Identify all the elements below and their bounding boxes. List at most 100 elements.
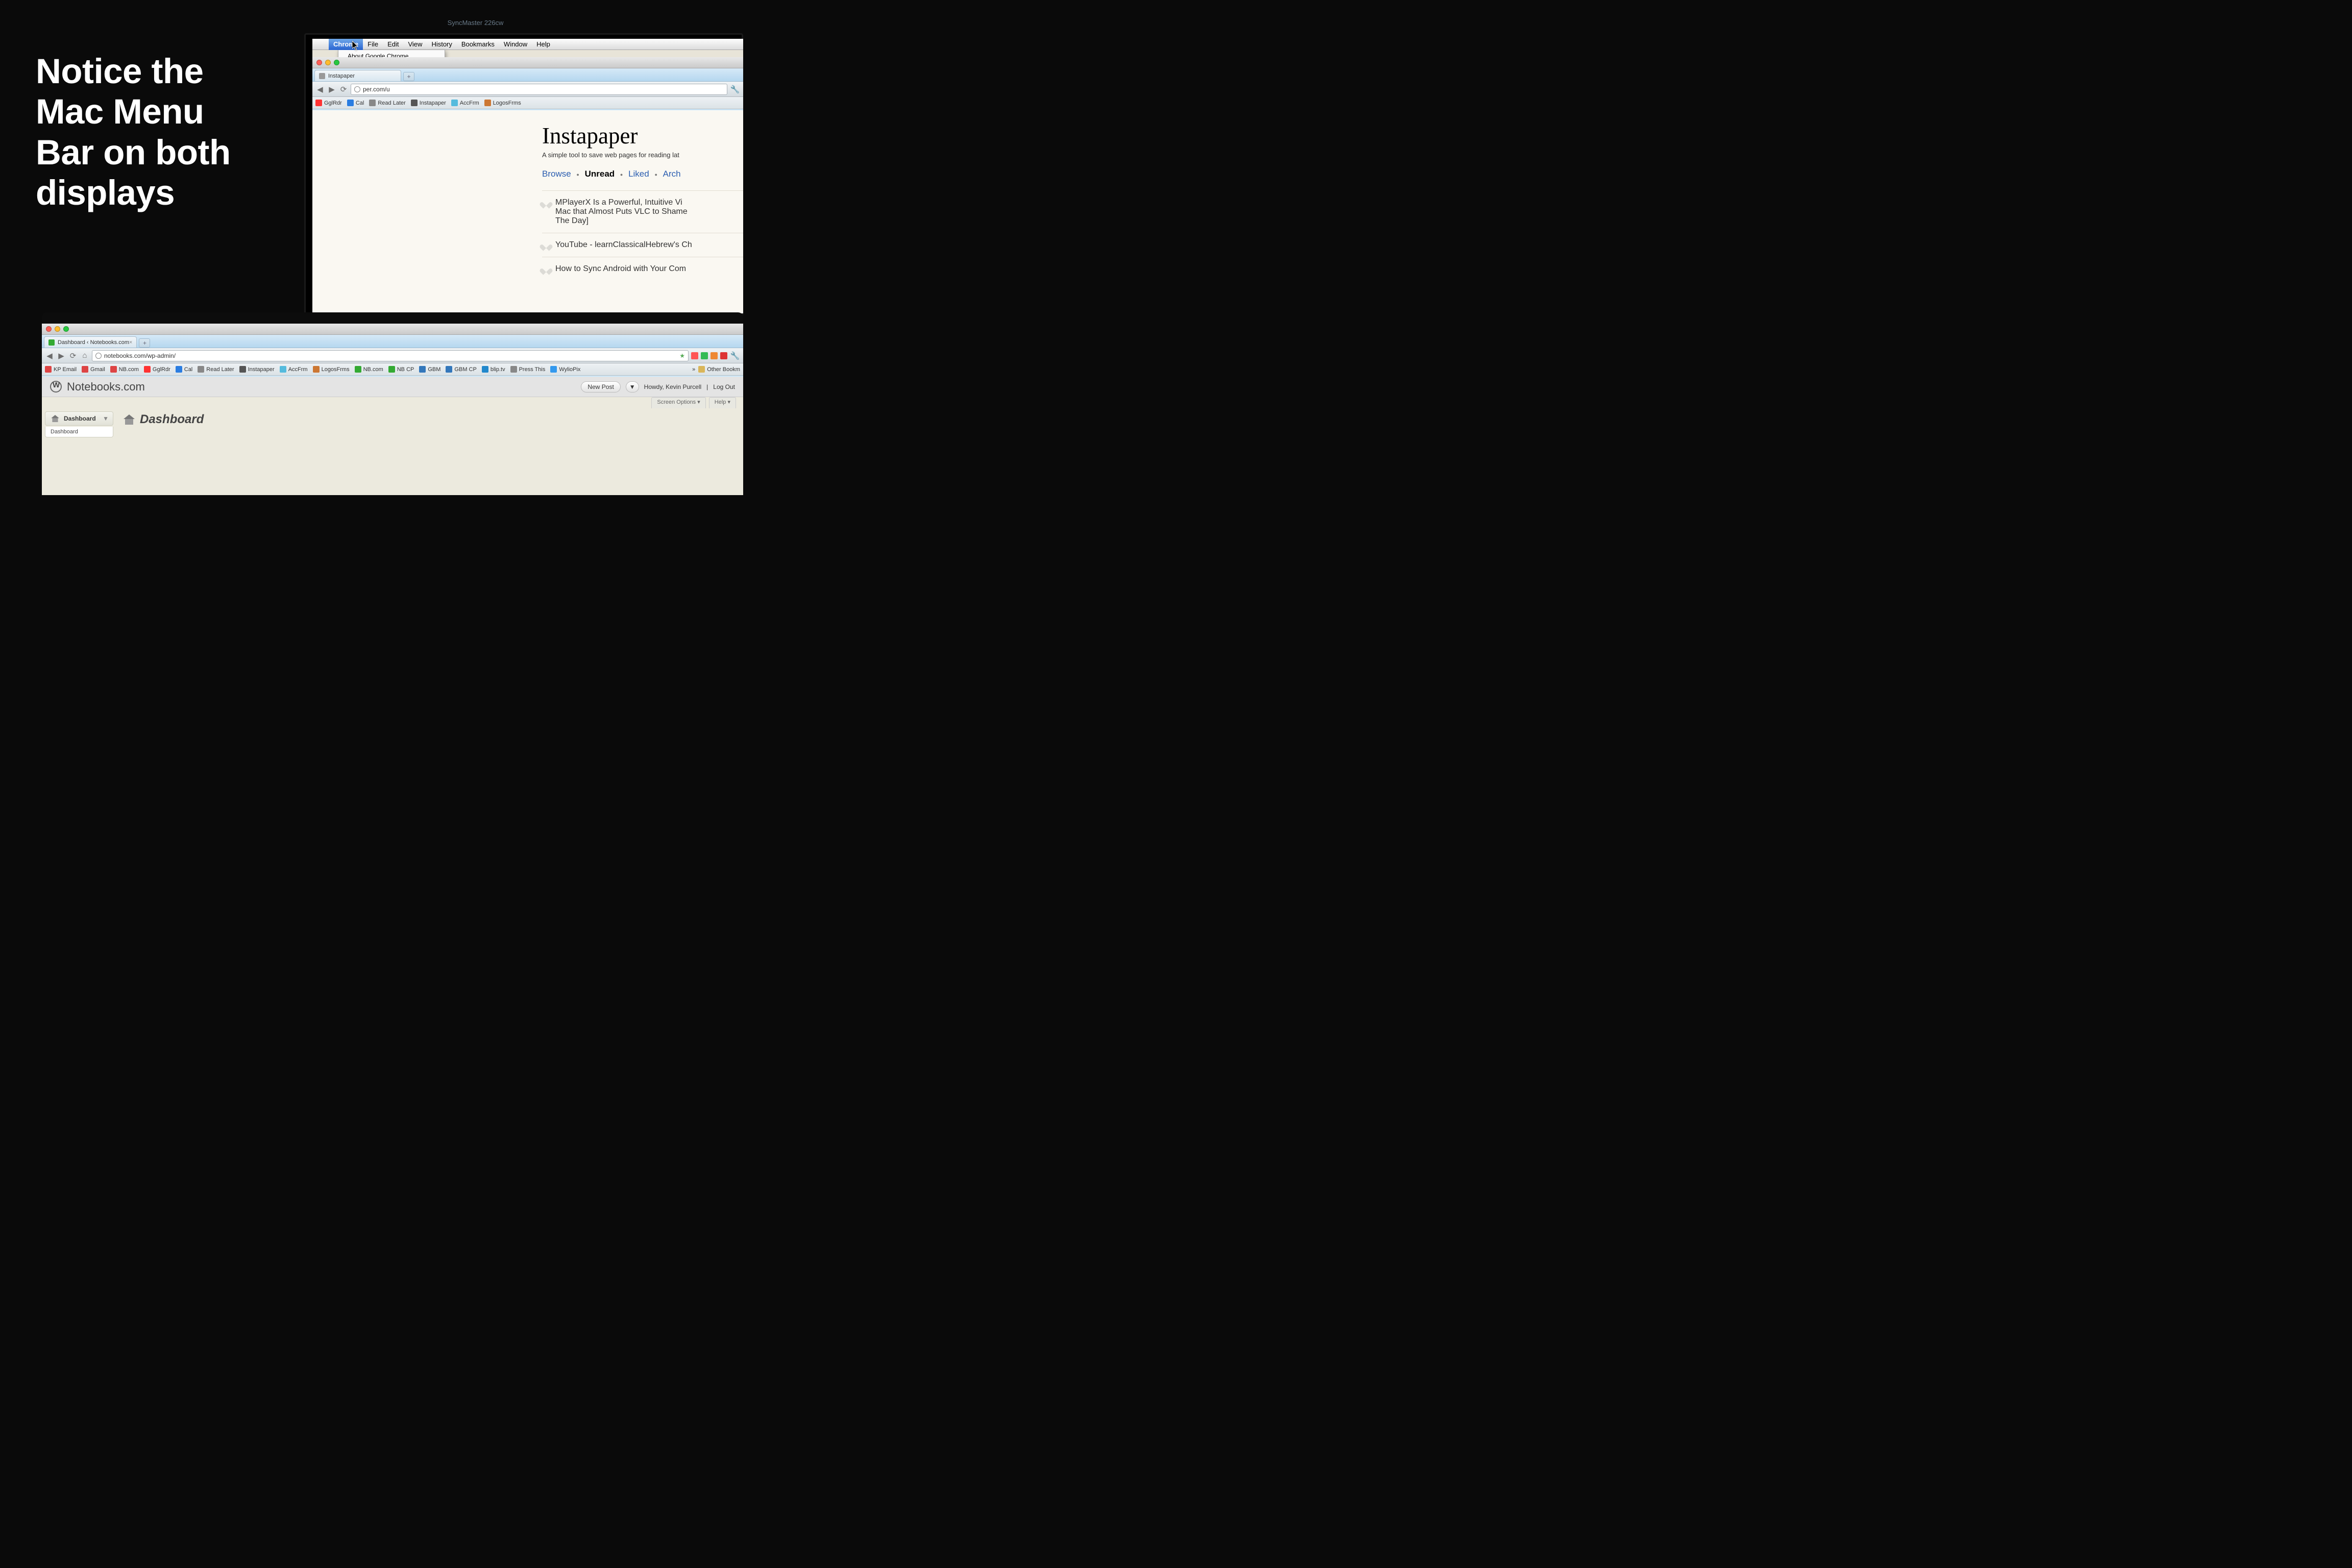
browser-toolbar: ◀ ▶ ⟳ per.com/u 🔧	[312, 82, 743, 97]
heart-icon[interactable]	[542, 242, 550, 249]
bookmark-logosfrms[interactable]: LogosFrms	[484, 100, 521, 106]
wp-site-title[interactable]: Notebooks.com	[67, 380, 145, 394]
tab-title: Dashboard ‹ Notebooks.com	[58, 339, 129, 346]
home-button[interactable]: ⌂	[80, 351, 89, 360]
tab-title: Instapaper	[328, 73, 355, 79]
menu-history[interactable]: History	[427, 39, 456, 50]
bookmark-icon	[313, 366, 320, 373]
url-text: per.com/u	[363, 86, 390, 93]
chrome-window-top: Instapaper + ◀ ▶ ⟳ per.com/u 🔧 GglRdr Ca…	[312, 57, 743, 313]
bookmark-icon	[144, 366, 151, 373]
globe-icon	[95, 353, 102, 359]
bookmark-item[interactable]: NB.com	[355, 366, 383, 373]
article-item[interactable]: MPlayerX Is a Powerful, Intuitive ViMac …	[542, 190, 743, 233]
wp-page-title: Dashboard	[124, 412, 736, 427]
help-tab[interactable]: Help ▾	[709, 397, 736, 408]
folder-icon	[698, 366, 705, 373]
minimize-icon[interactable]	[55, 331, 60, 332]
logout-link[interactable]: Log Out	[713, 383, 735, 390]
ext-icon[interactable]	[701, 352, 708, 359]
address-bar[interactable]: per.com/u	[351, 84, 727, 95]
zoom-icon[interactable]	[334, 60, 339, 65]
instapaper-logo: Instapaper	[312, 110, 743, 151]
bookmark-item[interactable]: GBM CP	[446, 366, 476, 373]
bookmark-item[interactable]: blip.tv	[482, 366, 505, 373]
other-bookmarks[interactable]: Other Bookm	[698, 366, 739, 373]
reload-button[interactable]: ⟳	[68, 351, 78, 360]
bookmark-item[interactable]: Instapaper	[239, 366, 275, 373]
bookmark-star-icon[interactable]: ★	[679, 352, 685, 359]
browser-tab-dashboard[interactable]: Dashboard ‹ Notebooks.com ×	[46, 336, 137, 348]
bookmark-item[interactable]: LogosFrms	[313, 366, 350, 373]
menu-bookmarks[interactable]: Bookmarks	[457, 39, 499, 50]
bookmark-cal[interactable]: Cal	[347, 100, 364, 106]
nav-archive[interactable]: Arch	[663, 169, 681, 179]
menu-file[interactable]: File	[363, 39, 383, 50]
forward-button[interactable]: ▶	[327, 85, 336, 94]
minimize-icon[interactable]	[325, 60, 331, 65]
ext-icon[interactable]	[720, 352, 727, 359]
address-bar[interactable]: notebooks.com/wp-admin/ ★	[92, 350, 689, 361]
article-item[interactable]: YouTube - learnClassicalHebrew's Ch	[542, 233, 743, 257]
traffic-lights	[46, 331, 69, 332]
close-icon[interactable]	[46, 331, 52, 332]
wp-header: Notebooks.com New Post ▼ Howdy, Kevin Pu…	[46, 377, 739, 397]
heart-icon[interactable]	[542, 200, 550, 207]
wordpress-logo-icon[interactable]	[50, 381, 62, 393]
heart-icon[interactable]	[542, 266, 550, 273]
house-icon	[51, 415, 59, 422]
nav-browse[interactable]: Browse	[542, 169, 571, 179]
close-icon[interactable]	[316, 60, 322, 65]
bookmark-item[interactable]: AccFrm	[280, 366, 308, 373]
forward-button[interactable]: ▶	[57, 351, 66, 360]
bookmark-read-later[interactable]: Read Later	[369, 100, 405, 106]
laptop-frame: Chrome File Edit View History Bookmarks …	[42, 312, 743, 495]
tab-close-icon[interactable]: ×	[129, 339, 132, 346]
bookmark-accfrm[interactable]: AccFrm	[451, 100, 479, 106]
bookmark-icon	[369, 100, 376, 106]
house-icon	[124, 414, 135, 425]
bookmark-instapaper[interactable]: Instapaper	[411, 100, 446, 106]
bookmark-icon	[82, 366, 88, 373]
menu-view[interactable]: View	[403, 39, 427, 50]
sidebar-subitem-dashboard[interactable]: Dashboard	[46, 427, 113, 437]
new-post-button[interactable]: New Post	[581, 381, 620, 393]
bookmark-icon	[239, 366, 246, 373]
new-tab-button[interactable]: +	[139, 338, 150, 348]
bookmark-item[interactable]: Cal	[176, 366, 193, 373]
bookmark-item[interactable]: NB CP	[388, 366, 414, 373]
bookmark-item[interactable]: WylioPix	[550, 366, 580, 373]
zoom-icon[interactable]	[63, 331, 69, 332]
reload-button[interactable]: ⟳	[339, 85, 348, 94]
window-titlebar[interactable]	[312, 57, 743, 68]
article-title: How to Sync Android with Your Com	[555, 264, 686, 274]
bookmark-item[interactable]: Gmail	[82, 366, 105, 373]
bookmarks-overflow[interactable]: »	[692, 366, 695, 373]
back-button[interactable]: ◀	[46, 351, 54, 360]
bookmark-item[interactable]: Read Later	[198, 366, 234, 373]
screen-options-tab[interactable]: Screen Options ▾	[651, 397, 705, 408]
bookmark-item[interactable]: KP Email	[46, 366, 77, 373]
ext-icon[interactable]	[710, 352, 718, 359]
browser-tab-instapaper[interactable]: Instapaper	[314, 70, 401, 81]
menu-window[interactable]: Window	[499, 39, 532, 50]
bookmark-item[interactable]: NB.com	[110, 366, 139, 373]
bookmark-item[interactable]: GBM	[419, 366, 440, 373]
new-post-dropdown[interactable]: ▼	[626, 381, 639, 393]
bookmark-item[interactable]: GglRdr	[144, 366, 170, 373]
new-tab-button[interactable]: +	[403, 72, 414, 81]
wrench-menu-icon[interactable]: 🔧	[730, 351, 739, 360]
wrench-menu-icon[interactable]: 🔧	[730, 85, 740, 94]
sidebar-item-dashboard[interactable]: Dashboard ▼	[46, 411, 113, 426]
nav-unread[interactable]: Unread	[585, 169, 615, 179]
article-item[interactable]: How to Sync Android with Your Com	[542, 257, 743, 281]
nav-liked[interactable]: Liked	[628, 169, 649, 179]
window-titlebar[interactable]	[46, 331, 739, 335]
bookmark-gglrdr[interactable]: GglRdr	[315, 100, 342, 106]
menu-help[interactable]: Help	[532, 39, 555, 50]
ext-icon[interactable]	[691, 352, 698, 359]
tab-strip: Instapaper +	[312, 68, 743, 82]
menu-edit[interactable]: Edit	[383, 39, 403, 50]
bookmark-item[interactable]: Press This	[510, 366, 546, 373]
back-button[interactable]: ◀	[315, 85, 325, 94]
